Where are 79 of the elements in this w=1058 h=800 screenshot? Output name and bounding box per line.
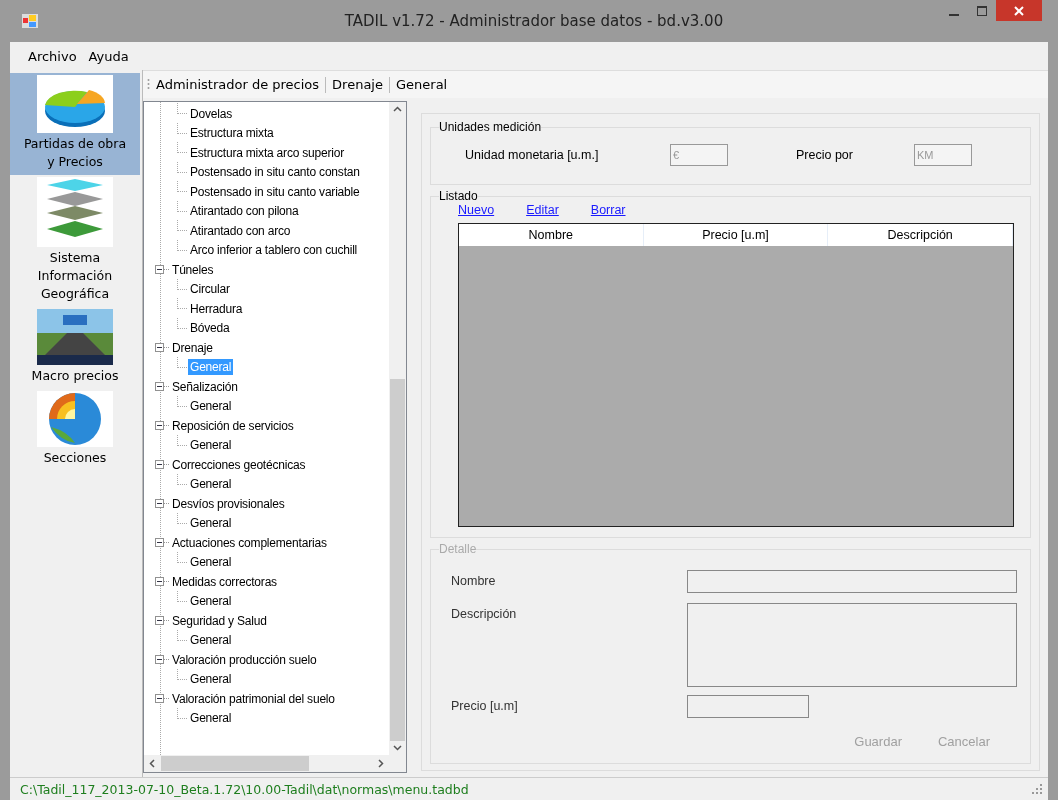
maximize-icon: [977, 5, 987, 16]
app-icon: [22, 14, 38, 28]
tree-item[interactable]: Postensado in situ canto variable: [188, 183, 362, 200]
close-button[interactable]: [996, 0, 1042, 21]
tree-item[interactable]: Señalización: [170, 378, 240, 395]
collapse-icon[interactable]: [155, 382, 164, 392]
tree-item[interactable]: Valoración producción suelo: [170, 651, 319, 668]
tree-item[interactable]: Circular: [188, 281, 232, 298]
tree-item[interactable]: Dovelas: [188, 105, 234, 122]
pie-chart-icon: [37, 75, 113, 133]
grip-icon: [147, 77, 150, 92]
scrollbar-thumb[interactable]: [161, 756, 309, 771]
tree-item[interactable]: Bóveda: [188, 320, 232, 337]
tree-item[interactable]: General: [188, 515, 234, 532]
tree-item[interactable]: Valoración patrimonial del suelo: [170, 690, 337, 707]
group-title: Detalle: [439, 542, 477, 556]
tree-item[interactable]: Arco inferior a tablero con cuchill: [188, 242, 360, 259]
action-link[interactable]: Borrar: [590, 203, 626, 217]
tree-item[interactable]: Desvíos provisionales: [170, 495, 287, 512]
breadcrumb-item[interactable]: General: [396, 77, 448, 92]
tree-item[interactable]: Postensado in situ canto constan: [188, 164, 362, 181]
tree-item[interactable]: General: [188, 710, 234, 727]
tree-item[interactable]: Correcciones geotécnicas: [170, 456, 308, 473]
sidebar-item[interactable]: Macro precios: [10, 307, 140, 389]
field-label: Precio [u.m]: [451, 698, 519, 713]
resize-grip-icon[interactable]: [1032, 784, 1042, 794]
tree-item[interactable]: Seguridad y Salud: [170, 612, 269, 629]
tree-item[interactable]: Estructura mixta arco superior: [188, 144, 347, 161]
tree-item[interactable]: General: [188, 632, 234, 649]
tree-item[interactable]: Actuaciones complementarias: [170, 534, 329, 551]
collapse-icon[interactable]: [155, 460, 164, 470]
field-label: Nombre: [451, 573, 497, 588]
scrollbar-thumb[interactable]: [390, 378, 405, 741]
window-title: TADIL v1.72 - Administrador base datos - bd.v3.00: [343, 12, 725, 30]
minimize-icon: [949, 13, 959, 16]
collapse-icon[interactable]: [155, 499, 164, 509]
status-path: C:\Tadil_117_2013-07-10_Beta.1.72\10.00-Tadil\dat\normas\menu.tadbd: [20, 781, 469, 797]
column-header[interactable]: Nombre: [459, 224, 644, 246]
breadcrumb-item[interactable]: Administrador de precios: [156, 77, 320, 92]
tree-item[interactable]: General: [188, 476, 234, 493]
breadcrumb-item[interactable]: Drenaje: [332, 77, 383, 92]
tree-item[interactable]: Atirantado con pilona: [188, 203, 301, 220]
tree-item[interactable]: General: [188, 671, 234, 688]
tree-item[interactable]: General: [188, 593, 234, 610]
tree-item[interactable]: Atirantado con arco: [188, 222, 293, 239]
collapse-icon[interactable]: [155, 694, 164, 704]
menu-item[interactable]: Archivo: [22, 48, 83, 64]
globe-section-icon: [37, 391, 113, 447]
tree-item[interactable]: Estructura mixta: [188, 125, 276, 142]
tree-item[interactable]: General: [188, 554, 234, 571]
collapse-icon[interactable]: [155, 343, 164, 353]
tree-item[interactable]: Túneles: [170, 261, 216, 278]
sidebar-item[interactable]: Partidas de obra y Precios: [10, 73, 140, 175]
tree-item[interactable]: Medidas correctoras: [170, 573, 279, 590]
collapse-icon[interactable]: [155, 577, 164, 587]
tree-item[interactable]: Reposición de servicios: [170, 417, 296, 434]
group-title: Unidades medición: [439, 120, 542, 134]
action-link[interactable]: Nuevo: [458, 203, 495, 217]
tree-item[interactable]: Herradura: [188, 300, 245, 317]
map-layers-icon: [37, 177, 113, 247]
collapse-icon[interactable]: [155, 538, 164, 548]
collapse-icon[interactable]: [155, 421, 164, 431]
collapse-icon[interactable]: [155, 655, 164, 665]
tree-item[interactable]: General: [188, 437, 234, 454]
close-icon: [1014, 5, 1024, 16]
menu-item[interactable]: Ayuda: [82, 48, 135, 64]
field-label: Descripción: [451, 606, 518, 621]
group-title: Listado: [439, 189, 478, 203]
collapse-icon[interactable]: [155, 616, 164, 626]
sidebar-item[interactable]: Secciones: [10, 389, 140, 471]
field-label: Unidad monetaria [u.m.]: [465, 148, 600, 162]
field-label: Precio por: [796, 148, 854, 162]
sidebar-item[interactable]: Sistema Información Geográfica: [10, 175, 140, 307]
action-link[interactable]: Editar: [526, 203, 559, 217]
tree-item[interactable]: General: [188, 398, 234, 415]
column-header[interactable]: Descripción: [828, 224, 1013, 246]
tree-item[interactable]: Drenaje: [170, 339, 215, 356]
column-header[interactable]: Precio [u.m]: [643, 224, 829, 246]
collapse-icon[interactable]: [155, 265, 164, 275]
